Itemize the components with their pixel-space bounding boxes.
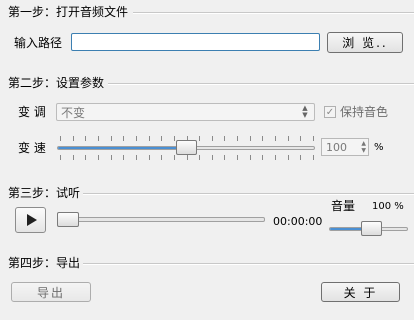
slider-tick [60,136,61,141]
progress-slider-track[interactable] [57,217,265,222]
speed-ticks-bottom [60,155,314,160]
play-button[interactable] [15,207,46,233]
volume-value: 100 % [372,201,404,212]
slider-tick [123,136,124,141]
slider-tick [300,155,301,160]
path-label: 输入路径 [14,36,63,50]
keep-pitch-label: 保持音色 [340,105,389,119]
slider-tick [313,155,314,160]
speed-slider-thumb[interactable] [175,140,197,155]
step1-separator [133,12,414,14]
slider-tick [275,136,276,141]
spin-arrows-icon[interactable]: ▲ ▼ [361,140,366,154]
slider-tick [237,155,238,160]
slider-tick [73,136,74,141]
browse-button[interactable]: 浏 览.. [327,32,403,53]
slider-tick [262,155,263,160]
slider-tick [313,136,314,141]
slider-tick [149,136,150,141]
slider-tick [224,136,225,141]
slider-tick [262,136,263,141]
step1-title: 第一步：打开音频文件 [8,5,129,19]
slider-tick [237,136,238,141]
progress-slider-thumb[interactable] [57,212,79,227]
speed-spinbox[interactable]: 100 ▲ ▼ [321,138,369,156]
pitch-label: 变 调 [18,105,46,119]
slider-tick [60,155,61,160]
pitch-selected-value: 不变 [61,105,86,120]
slider-tick [123,155,124,160]
slider-tick [174,155,175,160]
slider-tick [224,155,225,160]
step3-title: 第三步：试听 [8,186,81,200]
path-input[interactable] [71,33,320,51]
slider-tick [250,155,251,160]
pitch-combobox[interactable]: 不变 ▲ ▼ [56,103,315,121]
speed-value: 100 [326,140,347,154]
step2-title: 第二步：设置参数 [8,76,105,90]
step3-separator [83,193,414,195]
slider-tick [161,155,162,160]
slider-tick [275,155,276,160]
slider-tick [300,136,301,141]
step4-title: 第四步：导出 [8,256,81,270]
slider-tick [111,155,112,160]
slider-tick [98,155,99,160]
slider-tick [288,136,289,141]
slider-tick [111,136,112,141]
volume-label: 音量 [331,199,356,213]
slider-tick [161,136,162,141]
slider-tick [288,155,289,160]
time-display: 00:00:00 [273,215,323,228]
slider-tick [250,136,251,141]
slider-tick [212,136,213,141]
volume-slider-thumb[interactable] [360,221,382,236]
slider-tick [136,136,137,141]
slider-tick [73,155,74,160]
speed-unit: % [374,142,384,153]
slider-tick [136,155,137,160]
slider-tick [199,136,200,141]
slider-tick [199,155,200,160]
export-button[interactable]: 导出 [11,282,91,302]
slider-tick [174,136,175,141]
step2-separator [108,83,414,85]
slider-tick [149,155,150,160]
play-icon [27,214,37,226]
slider-tick [187,155,188,160]
combo-arrows-icon: ▲ ▼ [302,104,308,119]
slider-tick [98,136,99,141]
speed-label: 变 速 [18,141,46,155]
slider-tick [85,136,86,141]
slider-tick [85,155,86,160]
keep-pitch-checkbox[interactable]: ✓ [324,106,336,118]
speed-slider-fill [58,147,186,149]
about-button[interactable]: 关 于 [321,282,400,302]
slider-tick [212,155,213,160]
step4-separator [83,263,414,265]
